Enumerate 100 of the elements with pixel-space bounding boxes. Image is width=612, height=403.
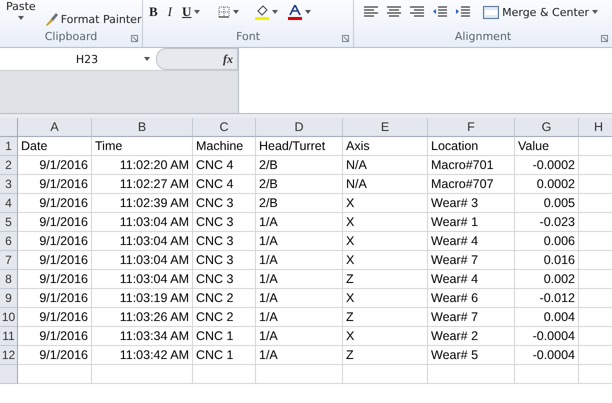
table-cell: 11:03:19 AM — [92, 289, 193, 308]
row-header[interactable]: 3 — [0, 175, 18, 194]
table-cell: 11:02:20 AM — [92, 156, 193, 175]
row-header[interactable]: 12 — [0, 346, 18, 365]
table-cell: X — [343, 213, 428, 232]
row-header[interactable]: 7 — [0, 251, 18, 270]
column-header[interactable]: F — [428, 118, 515, 137]
column-header[interactable]: E — [343, 118, 428, 137]
table-cell: X — [343, 194, 428, 213]
group-label: Clipboard — [44, 30, 98, 45]
caret-icon — [305, 10, 312, 14]
dialog-launcher-icon[interactable] — [131, 35, 138, 42]
table-cell: Wear# 4 — [428, 270, 515, 289]
table-cell: -0.0004 — [515, 327, 579, 346]
empty-cell — [515, 365, 579, 384]
group-label: Font — [235, 30, 262, 45]
table-cell: 11:02:27 AM — [92, 175, 193, 194]
table-cell: Wear# 5 — [428, 346, 515, 365]
column-header[interactable]: H — [579, 118, 612, 137]
table-cell: Z — [343, 308, 428, 327]
column-header[interactable]: G — [515, 118, 579, 137]
table-cell: Time — [92, 137, 193, 156]
column-header[interactable]: D — [256, 118, 343, 137]
table-cell: N/A — [343, 175, 428, 194]
table-cell: 0.0002 — [515, 175, 579, 194]
column-header[interactable]: B — [92, 118, 193, 137]
empty-cell — [193, 365, 256, 384]
table-cell: -0.0002 — [515, 156, 579, 175]
name-box[interactable]: H23 — [0, 48, 150, 70]
fill-color-button[interactable] — [253, 3, 280, 21]
table-cell: 9/1/2016 — [18, 327, 92, 346]
table-cell: Wear# 6 — [428, 289, 515, 308]
paste-button[interactable]: Paste — [4, 0, 38, 20]
table-cell: Wear# 2 — [428, 327, 515, 346]
table-cell: 11:03:04 AM — [92, 213, 193, 232]
dialog-launcher-icon[interactable] — [342, 35, 350, 42]
row-header[interactable]: 6 — [0, 232, 18, 251]
table-cell: 0.002 — [515, 270, 579, 289]
caret-icon — [18, 16, 24, 20]
table-cell: CNC 2 — [193, 289, 256, 308]
table-cell: Z — [343, 346, 428, 365]
table-cell: 9/1/2016 — [18, 346, 92, 365]
table-cell: -0.012 — [515, 289, 579, 308]
row-header[interactable]: 11 — [0, 327, 18, 346]
table-cell: 11:03:04 AM — [92, 232, 193, 251]
row-header[interactable]: 4 — [0, 194, 18, 213]
table-cell: 1/A — [256, 213, 343, 232]
table-cell: CNC 3 — [193, 270, 256, 289]
bold-button[interactable]: B — [147, 3, 160, 21]
align-left-icon — [364, 6, 378, 18]
table-cell: 2/B — [256, 156, 343, 175]
table-cell: 1/A — [256, 289, 343, 308]
font-color-icon — [288, 4, 302, 20]
table-cell: 0.005 — [515, 194, 579, 213]
row-header[interactable]: 10 — [0, 308, 18, 327]
table-cell: 9/1/2016 — [18, 232, 92, 251]
row-header[interactable]: 1 — [0, 137, 18, 156]
table-cell: Macro#701 — [428, 156, 515, 175]
paintbrush-icon — [44, 12, 58, 26]
table-cell: Wear# 1 — [428, 213, 515, 232]
table-cell: Z — [343, 270, 428, 289]
table-cell: CNC 4 — [193, 175, 256, 194]
table-cell: Location — [428, 137, 515, 156]
insert-function-button[interactable]: fx — [156, 48, 238, 70]
table-cell: CNC 3 — [193, 232, 256, 251]
table-cell: 0.016 — [515, 251, 579, 270]
row-header[interactable]: 8 — [0, 270, 18, 289]
table-cell: 1/A — [256, 232, 343, 251]
caret-icon — [592, 10, 598, 14]
table-cell: Machine — [193, 137, 256, 156]
table-cell: Wear# 3 — [428, 194, 515, 213]
row-header[interactable]: 2 — [0, 156, 18, 175]
row-header[interactable]: 5 — [0, 213, 18, 232]
table-cell: Macro#707 — [428, 175, 515, 194]
merge-center-button[interactable]: Merge & Center — [481, 3, 600, 21]
row-header[interactable]: 9 — [0, 289, 18, 308]
table-cell: 1/A — [256, 308, 343, 327]
table-cell: CNC 1 — [193, 346, 256, 365]
caret-icon — [272, 10, 278, 14]
underline-button[interactable]: U — [180, 3, 202, 21]
group-label: Alignment — [454, 30, 512, 45]
increase-indent-icon — [456, 6, 470, 18]
column-header[interactable]: C — [193, 118, 256, 137]
caret-icon — [144, 57, 150, 61]
table-cell: 2/B — [256, 194, 343, 213]
italic-button[interactable]: I — [166, 3, 174, 21]
table-cell: 11:03:42 AM — [92, 346, 193, 365]
table-cell: 9/1/2016 — [18, 213, 92, 232]
decrease-indent-icon — [433, 6, 448, 18]
table-cell: -0.0004 — [515, 346, 579, 365]
table-cell: Date — [18, 137, 92, 156]
table-cell: 11:03:26 AM — [92, 308, 193, 327]
column-header[interactable]: A — [18, 118, 92, 137]
table-cell: 1/A — [256, 346, 343, 365]
font-color-button[interactable] — [286, 3, 314, 21]
table-cell: CNC 3 — [193, 251, 256, 270]
dialog-launcher-icon[interactable] — [601, 35, 608, 42]
table-cell: 11:02:39 AM — [92, 194, 193, 213]
format-painter-button[interactable]: Format Painter — [42, 10, 144, 28]
table-cell: -0.023 — [515, 213, 579, 232]
